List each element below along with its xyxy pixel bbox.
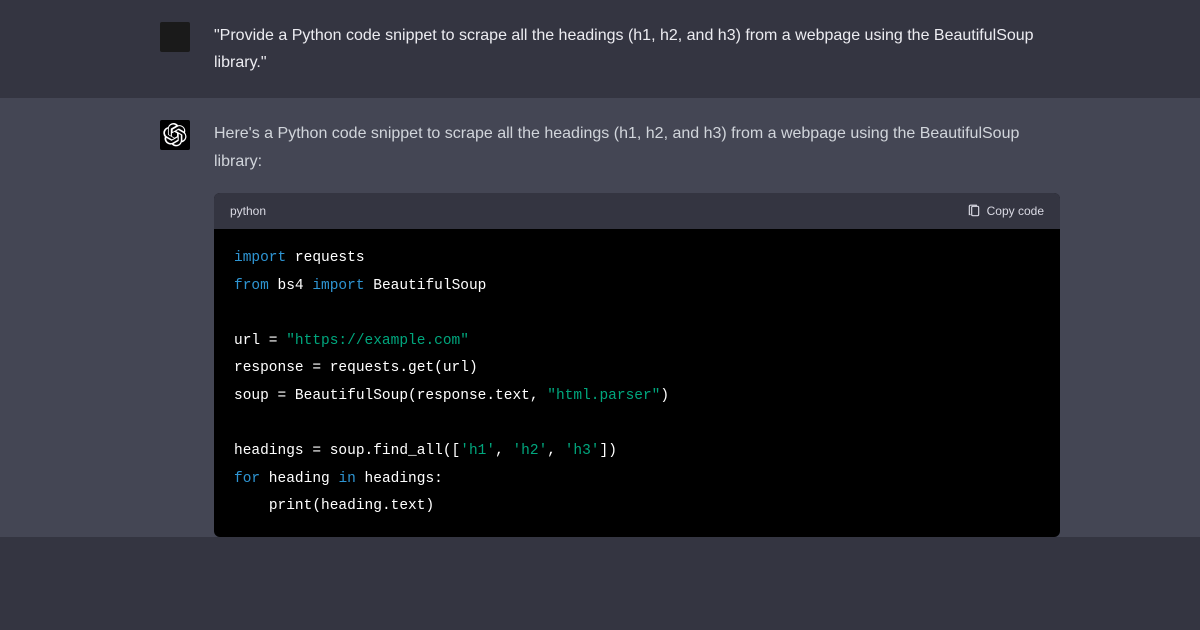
code-token: headings = soup.find_all([: [234, 443, 460, 459]
code-token: response = requests.get(url): [234, 360, 478, 376]
assistant-text: Here's a Python code snippet to scrape a…: [214, 120, 1060, 174]
code-token: heading: [260, 471, 338, 487]
copy-code-label: Copy code: [987, 201, 1044, 221]
user-text: "Provide a Python code snippet to scrape…: [214, 22, 1060, 76]
code-token: in: [338, 471, 355, 487]
code-token: ,: [547, 443, 564, 459]
assistant-avatar: [160, 120, 190, 150]
code-header: python Copy code: [214, 193, 1060, 229]
code-token: url =: [234, 333, 286, 349]
code-token: soup = BeautifulSoup(response.text,: [234, 388, 547, 404]
code-body[interactable]: import requests from bs4 import Beautifu…: [214, 229, 1060, 536]
user-message: "Provide a Python code snippet to scrape…: [0, 0, 1200, 98]
clipboard-icon: [967, 204, 981, 218]
assistant-message: Here's a Python code snippet to scrape a…: [0, 98, 1200, 536]
code-token: BeautifulSoup: [373, 278, 486, 294]
code-token: "html.parser": [547, 388, 660, 404]
code-token: requests: [295, 250, 365, 266]
user-avatar: [160, 22, 190, 52]
code-token: from: [234, 278, 269, 294]
code-token: (heading.text): [312, 498, 434, 514]
openai-logo-icon: [163, 123, 187, 147]
code-token: import: [234, 250, 286, 266]
code-block: python Copy code import requests from bs…: [214, 193, 1060, 537]
code-token: ,: [495, 443, 512, 459]
code-token: 'h3': [565, 443, 600, 459]
code-token: bs4: [278, 278, 304, 294]
copy-code-button[interactable]: Copy code: [967, 201, 1044, 221]
code-token: 'h2': [512, 443, 547, 459]
code-token: import: [312, 278, 364, 294]
code-language-label: python: [230, 201, 266, 221]
assistant-content: Here's a Python code snippet to scrape a…: [214, 120, 1060, 536]
code-token: ): [660, 388, 669, 404]
code-token: "https://example.com": [286, 333, 469, 349]
code-token: print: [269, 498, 313, 514]
code-token: for: [234, 471, 260, 487]
code-token: headings:: [356, 471, 443, 487]
code-token: ]): [600, 443, 617, 459]
code-token: 'h1': [460, 443, 495, 459]
